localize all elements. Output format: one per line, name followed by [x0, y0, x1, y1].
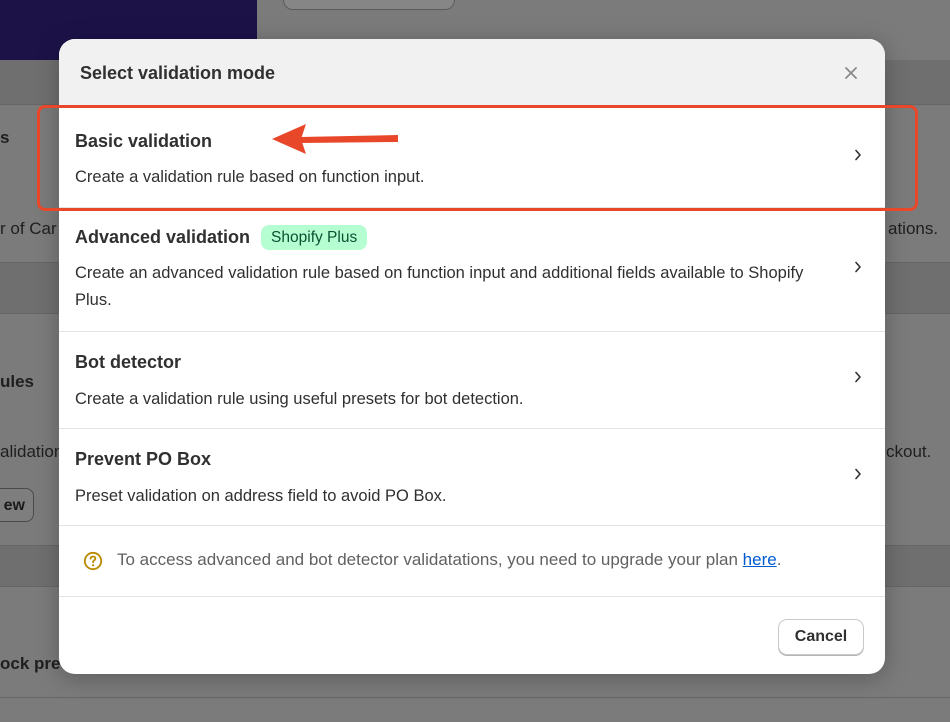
background-heading-fragment: ules [0, 372, 35, 391]
option-description: Preset validation on address field to av… [75, 487, 447, 505]
background-text-fragment: alidation [0, 442, 64, 461]
background-text-fragment: ckout. [886, 442, 932, 461]
close-button[interactable] [839, 61, 863, 85]
option-prevent-po-box[interactable]: Prevent PO Box Preset validation on addr… [59, 429, 885, 526]
modal-header: Select validation mode [59, 39, 885, 108]
option-basic-validation[interactable]: Basic validation Create a validation rul… [59, 108, 885, 208]
background-heading-fragment: s [0, 128, 10, 147]
option-advanced-validation[interactable]: Advanced validation Shopify Plus Create … [59, 208, 885, 332]
background-view-button: ew [0, 488, 34, 522]
shopify-plus-badge: Shopify Plus [261, 225, 368, 250]
upgrade-info-text: To access advanced and bot detector vali… [117, 550, 782, 569]
option-title-row: Advanced validation Shopify Plus [75, 225, 368, 250]
option-title: Basic validation [75, 131, 213, 151]
option-title: Advanced validation [75, 227, 251, 247]
chevron-right-icon [851, 467, 865, 481]
option-description: Create a validation rule based on functi… [75, 168, 425, 186]
option-title: Bot detector [75, 352, 182, 372]
upgrade-info-banner: To access advanced and bot detector vali… [59, 526, 885, 597]
modal-title: Select validation mode [80, 63, 276, 83]
background-heading-fragment: ock pre [0, 654, 61, 673]
option-description: Create an advanced validation rule based… [75, 264, 804, 309]
upgrade-plan-link[interactable]: here [743, 550, 777, 569]
modal-footer: Cancel [59, 597, 885, 674]
background-top-button [283, 0, 455, 10]
validation-mode-modal: Select validation mode Basic validation … [59, 39, 885, 674]
help-circle-icon [83, 551, 103, 571]
background-text-fragment: r of Car [0, 219, 57, 238]
close-icon [845, 67, 857, 79]
option-bot-detector[interactable]: Bot detector Create a validation rule us… [59, 332, 885, 429]
chevron-right-icon [851, 260, 865, 274]
cancel-button[interactable]: Cancel [778, 619, 864, 655]
option-description: Create a validation rule using useful pr… [75, 390, 524, 408]
background-text-fragment: ations. [888, 219, 939, 238]
chevron-right-icon [851, 148, 865, 162]
chevron-right-icon [851, 370, 865, 384]
option-title: Prevent PO Box [75, 449, 212, 469]
